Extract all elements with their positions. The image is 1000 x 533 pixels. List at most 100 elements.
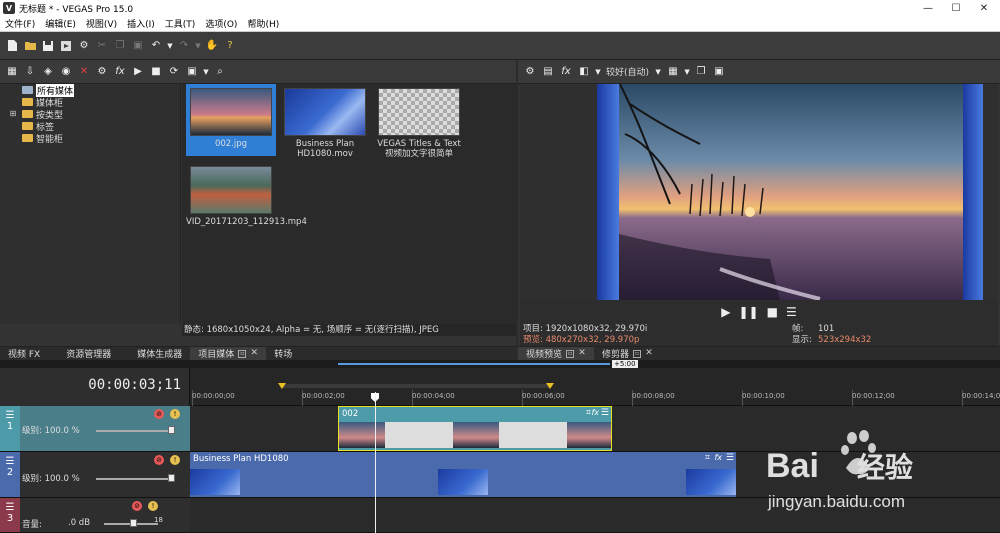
tab-close-icon[interactable]: ✕	[645, 348, 653, 358]
preview-stop-icon[interactable]: ■	[767, 305, 778, 319]
remove-icon[interactable]: ✕	[76, 64, 92, 80]
preview-pause-icon[interactable]: ❚❚	[739, 305, 759, 319]
help-icon[interactable]: ?	[222, 38, 238, 54]
volume-slider-knob[interactable]	[130, 519, 137, 527]
tab-project-media[interactable]: 项目媒体 ▫ ✕	[190, 346, 267, 361]
track-header[interactable]: ☰ 3 ⊘ ! 音量: .0 dB 18	[0, 498, 190, 533]
view-dropdown-icon[interactable]: ▼	[202, 64, 210, 80]
media-thumbnail[interactable]: VID_20171203_112913.mp4	[186, 162, 307, 227]
clip-menu-icon[interactable]: ☰	[601, 408, 609, 418]
tab-video-preview[interactable]: 视频预览 ▫ ✕	[518, 346, 595, 361]
media-fx-icon[interactable]: fx	[112, 64, 128, 80]
views-icon[interactable]: ▦	[4, 64, 20, 80]
menu-help[interactable]: 帮助(H)	[242, 17, 284, 30]
paste-icon[interactable]: ▣	[130, 38, 146, 54]
tab-video-fx[interactable]: 视频 FX	[0, 347, 48, 361]
clip-menu-icon[interactable]: ☰	[726, 453, 734, 463]
render-icon[interactable]	[58, 38, 74, 54]
preview-properties-icon[interactable]: ⚙	[522, 64, 538, 80]
loop-start-marker-icon[interactable]	[278, 383, 286, 389]
auto-preview-icon[interactable]: ⟳	[166, 64, 182, 80]
preview-play-icon[interactable]: ▶	[721, 305, 730, 319]
tab-transitions[interactable]: 转场	[266, 347, 300, 361]
menu-tools[interactable]: 工具(T)	[160, 17, 201, 30]
what-is-this-icon[interactable]: ✋	[204, 38, 220, 54]
tab-explorer[interactable]: 资源管理器	[48, 347, 119, 361]
clip-fx-icon[interactable]: fx	[714, 453, 722, 462]
timeline-ruler[interactable]: 00:00:00;00 00:00:02;00 00:00:04;00 00:0…	[190, 368, 1000, 406]
track-menu-icon[interactable]: ☰	[6, 410, 15, 421]
undo-dropdown-icon[interactable]: ▼	[166, 38, 174, 54]
clip-crop-icon[interactable]: ⌗	[586, 408, 591, 418]
menu-file[interactable]: 文件(F)	[0, 17, 40, 30]
play-icon[interactable]: ▶	[130, 64, 146, 80]
thumbnail-view-icon[interactable]: ▣	[184, 64, 200, 80]
stop-icon[interactable]: ■	[148, 64, 164, 80]
level-slider[interactable]	[96, 430, 172, 432]
tab-trimmer[interactable]: 修剪器 ▫ ✕	[594, 347, 661, 361]
tree-item-smart-bins[interactable]: 智能柜	[0, 132, 180, 145]
save-snapshot-icon[interactable]: ▣	[711, 64, 727, 80]
tree-item-tags[interactable]: 标签	[0, 120, 180, 133]
tab-media-generators[interactable]: 媒体生成器	[119, 347, 190, 361]
level-slider-knob[interactable]	[168, 426, 175, 434]
media-thumbnail[interactable]: Business Plan HD1080.mov	[280, 84, 370, 159]
media-thumbnail[interactable]: 002.jpg	[186, 84, 276, 156]
level-slider[interactable]	[96, 478, 172, 480]
open-folder-icon[interactable]	[22, 38, 38, 54]
copy-snapshot-icon[interactable]: ❐	[693, 64, 709, 80]
timecode-display[interactable]: 00:00:03;11	[88, 377, 181, 393]
split-dropdown-icon[interactable]: ▼	[594, 64, 602, 80]
video-clip[interactable]: Business Plan HD1080 ⌗ fx ☰	[190, 452, 736, 497]
capture-icon[interactable]: ◈	[40, 64, 56, 80]
clip-fx-icon[interactable]: fx	[591, 408, 599, 417]
tab-close-icon[interactable]: ✕	[250, 348, 258, 358]
get-media-web-icon[interactable]: ◉	[58, 64, 74, 80]
close-button[interactable]: ✕	[970, 0, 998, 16]
loop-end-marker-icon[interactable]	[546, 383, 554, 389]
new-project-icon[interactable]	[4, 38, 20, 54]
import-media-icon[interactable]: ⇩	[22, 64, 38, 80]
preview-fx-icon[interactable]: fx	[558, 64, 574, 80]
mute-icon[interactable]: ⊘	[132, 501, 142, 511]
preview-device-icon[interactable]: ▤	[540, 64, 556, 80]
search-icon[interactable]: ⌕	[212, 64, 228, 80]
image-clip[interactable]: 002 ⌗ fx ☰	[338, 406, 612, 451]
clip-crop-icon[interactable]: ⌗	[705, 453, 710, 463]
split-screen-icon[interactable]: ◧	[576, 64, 592, 80]
preview-menu-icon[interactable]: ☰	[786, 305, 797, 319]
menu-insert[interactable]: 插入(I)	[122, 17, 160, 30]
overlays-dropdown-icon[interactable]: ▼	[683, 64, 691, 80]
menu-edit[interactable]: 编辑(E)	[40, 17, 81, 30]
tab-close-icon[interactable]: ✕	[578, 348, 586, 358]
tab-dock-icon[interactable]: ▫	[566, 349, 575, 358]
maximize-button[interactable]: ☐	[942, 0, 970, 16]
solo-icon[interactable]: !	[170, 409, 180, 419]
mute-icon[interactable]: ⊘	[154, 455, 164, 465]
properties-gear-icon[interactable]: ⚙	[76, 38, 92, 54]
media-thumbnail[interactable]: VEGAS Titles & Text 视频加文字很简单	[374, 84, 464, 159]
overlays-grid-icon[interactable]: ▦	[665, 64, 681, 80]
undo-icon[interactable]: ↶	[148, 38, 164, 54]
track-menu-icon[interactable]: ☰	[6, 456, 15, 467]
tab-dock-icon[interactable]: ▫	[238, 349, 247, 358]
level-slider-knob[interactable]	[168, 474, 175, 482]
copy-icon[interactable]: ❐	[112, 38, 128, 54]
tree-item-media-bins[interactable]: 媒体柜	[0, 96, 180, 109]
quality-dropdown-icon[interactable]: ▼	[653, 64, 663, 80]
solo-icon[interactable]: !	[148, 501, 158, 511]
minimize-button[interactable]: —	[914, 0, 942, 16]
menu-view[interactable]: 视图(V)	[81, 17, 122, 30]
menu-options[interactable]: 选项(O)	[200, 17, 242, 30]
track-header[interactable]: ☰ 2 ⊘ ! 级别: 100.0 %	[0, 452, 190, 498]
solo-icon[interactable]: !	[170, 455, 180, 465]
preview-quality-select[interactable]: 较好(自动)	[606, 65, 649, 78]
track-header[interactable]: ☰ 1 ⊘ ! 级别: 100.0 %	[0, 406, 190, 452]
media-properties-icon[interactable]: ⚙	[94, 64, 110, 80]
track-menu-icon[interactable]: ☰	[6, 502, 15, 513]
tree-item-by-type[interactable]: ⊞ 按类型	[0, 108, 180, 121]
redo-dropdown-icon[interactable]: ▼	[194, 38, 202, 54]
save-icon[interactable]	[40, 38, 56, 54]
tab-dock-icon[interactable]: ▫	[633, 349, 642, 358]
mute-icon[interactable]: ⊘	[154, 409, 164, 419]
